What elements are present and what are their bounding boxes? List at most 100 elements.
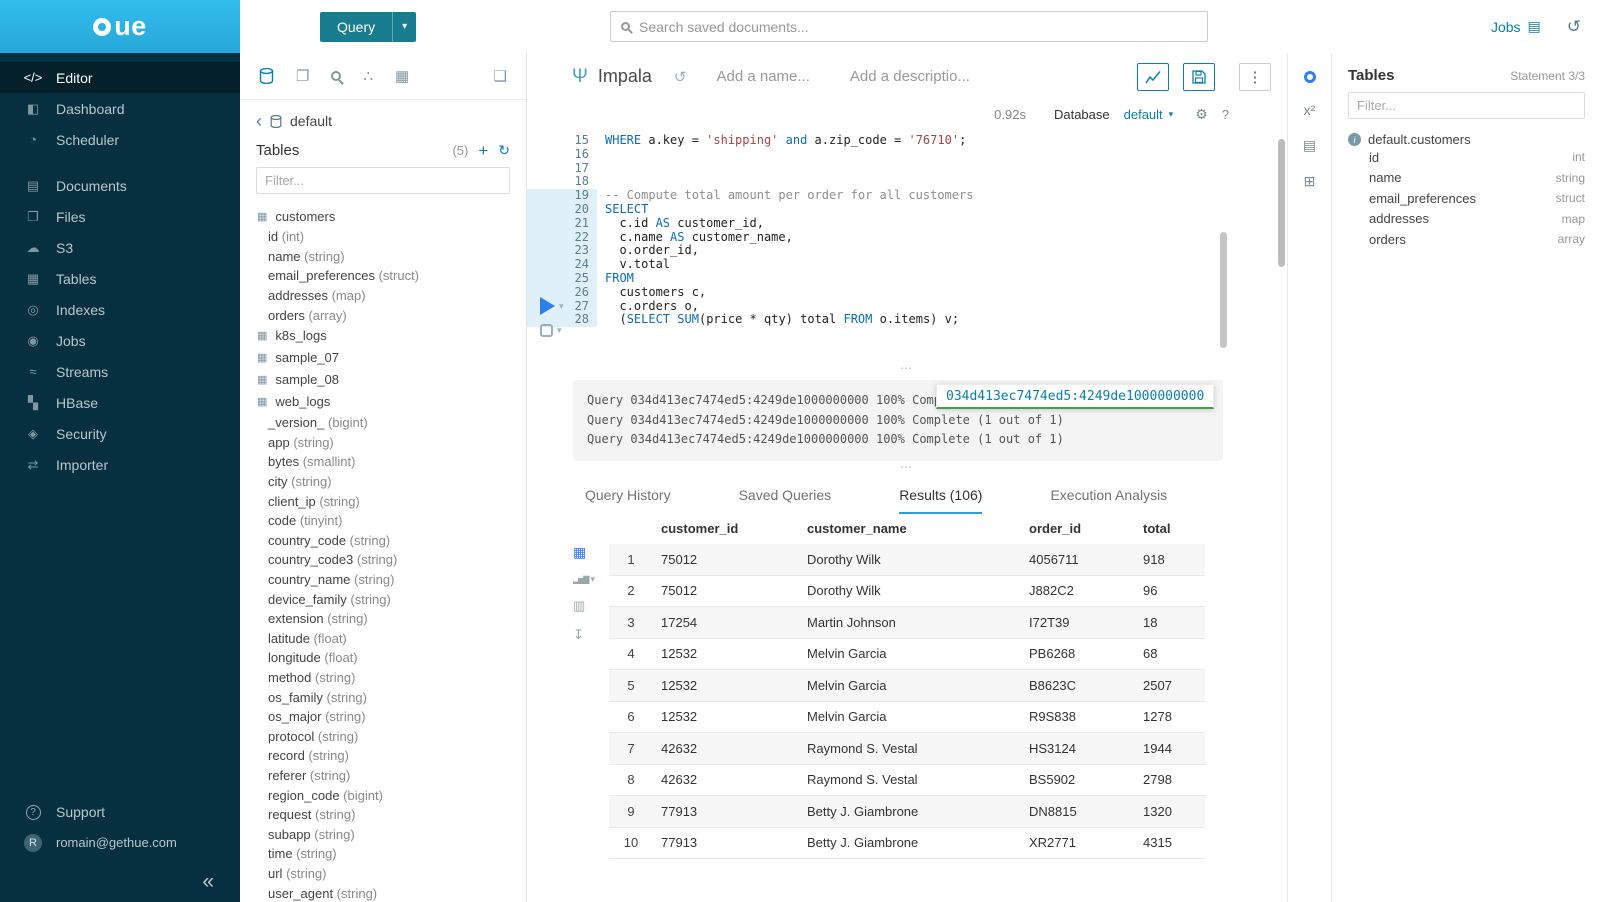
table-row[interactable]: 612532Melvin GarciaR9S8381278 xyxy=(609,701,1205,733)
tree-column-subapp[interactable]: subapp (string) xyxy=(257,824,526,844)
jobs-link[interactable]: Jobs ▤ xyxy=(1491,18,1541,35)
table-row[interactable]: 275012Dorothy WilkJ882C296 xyxy=(609,575,1205,607)
new-query-button[interactable]: Query ▾ xyxy=(320,12,416,42)
add-table-icon[interactable]: + xyxy=(478,144,488,158)
right-filter-input[interactable] xyxy=(1348,92,1585,119)
explain-button[interactable] xyxy=(540,324,553,337)
tree-column-os_family[interactable]: os_family (string) xyxy=(257,687,526,707)
chart-options-caret-icon[interactable]: ▾ xyxy=(590,574,595,585)
sidebar-item-indexes[interactable]: ◎Indexes xyxy=(0,294,240,325)
tree-column-country_name[interactable]: country_name (string) xyxy=(257,570,526,590)
tree-column-city[interactable]: city (string) xyxy=(257,472,526,492)
support-link[interactable]: ? Support xyxy=(0,796,240,827)
bag-icon[interactable]: ❑ xyxy=(494,67,507,85)
tree-column-method[interactable]: method (string) xyxy=(257,668,526,688)
editor-resize-handle[interactable]: ⋯ xyxy=(527,362,1287,374)
history-icon[interactable]: ↺ xyxy=(1567,17,1581,37)
back-icon[interactable]: ‹ xyxy=(256,115,262,127)
tree-column-url[interactable]: url (string) xyxy=(257,864,526,884)
collapse-icon[interactable]: « xyxy=(202,870,214,894)
tab-saved-queries[interactable]: Saved Queries xyxy=(739,487,832,514)
schedule-icon[interactable]: ⊞ xyxy=(1304,173,1316,190)
sidebar-item-importer[interactable]: ⇄Importer xyxy=(0,449,240,480)
query-button-label[interactable]: Query xyxy=(320,12,392,42)
tab-query-history[interactable]: Query History xyxy=(585,487,671,514)
right-column-addresses[interactable]: addressesmap xyxy=(1348,209,1585,230)
collapse-sidebar[interactable]: « xyxy=(0,858,240,894)
chart-view-icon[interactable]: ▂▅▇ xyxy=(573,575,588,584)
tree-column-protocol[interactable]: protocol (string) xyxy=(257,726,526,746)
active-table-name[interactable]: default.customers xyxy=(1368,132,1471,147)
tab-execution-analysis[interactable]: Execution Analysis xyxy=(1050,487,1167,514)
table-row[interactable]: 412532Melvin GarciaPB626868 xyxy=(609,638,1205,670)
columns-view-icon[interactable]: ▥ xyxy=(573,598,585,614)
sidebar-item-dashboard[interactable]: ◧Dashboard xyxy=(0,93,240,124)
sidebar-item-scheduler[interactable]: ◔Scheduler xyxy=(0,124,240,155)
code-editor[interactable]: 15WHERE a.key = 'shipping' and a.zip_cod… xyxy=(527,134,1287,334)
table-row[interactable]: 977913Betty J. GiambroneDN88151320 xyxy=(609,796,1205,828)
table-row[interactable]: 512532Melvin GarciaB8623C2507 xyxy=(609,670,1205,702)
active-table-row[interactable]: i default.customers xyxy=(1348,132,1585,147)
tree-table-customers[interactable]: ▦customers xyxy=(257,205,526,227)
help-icon[interactable]: ? xyxy=(1222,107,1229,122)
global-search[interactable] xyxy=(610,11,1208,42)
tree-column-record[interactable]: record (string) xyxy=(257,746,526,766)
hue-logo[interactable]: ue xyxy=(0,0,240,53)
database-caret-icon[interactable]: ▾ xyxy=(1169,109,1174,120)
table-row[interactable]: 317254Martin JohnsonI72T3918 xyxy=(609,607,1205,639)
tree-column-id[interactable]: id (int) xyxy=(257,227,526,247)
user-menu[interactable]: R romain@gethue.com xyxy=(0,827,240,858)
tree-column-bytes[interactable]: bytes (smallint) xyxy=(257,452,526,472)
tree-column-email_preferences[interactable]: email_preferences (struct) xyxy=(257,266,526,286)
tree-column-region_code[interactable]: region_code (bigint) xyxy=(257,785,526,805)
tree-column-addresses[interactable]: addresses (map) xyxy=(257,286,526,306)
tree-column-device_family[interactable]: device_family (string) xyxy=(257,589,526,609)
tree-column-name[interactable]: name (string) xyxy=(257,247,526,267)
table-row[interactable]: 175012Dorothy Wilk4056711918 xyxy=(609,544,1205,576)
sidebar-item-jobs[interactable]: ◉Jobs xyxy=(0,325,240,356)
sidebar-item-security[interactable]: ◈Security xyxy=(0,418,240,449)
language-reference-icon[interactable]: ▤ xyxy=(1303,137,1316,154)
table-row[interactable]: 1077913Betty J. GiambroneXR27714315 xyxy=(609,827,1205,859)
tree-table-sample_07[interactable]: ▦sample_07 xyxy=(257,347,526,369)
table-row[interactable]: 842632Raymond S. VestalBS59022798 xyxy=(609,764,1205,796)
editor-scrollbar[interactable] xyxy=(1220,232,1227,348)
search-input[interactable] xyxy=(639,19,1197,35)
tree-column-user_agent[interactable]: user_agent (string) xyxy=(257,883,526,902)
query-name-field[interactable]: Add a name... xyxy=(716,68,809,85)
sidebar-item-hbase[interactable]: ▚HBase xyxy=(0,387,240,418)
sidebar-item-s3[interactable]: ☁S3 xyxy=(0,232,240,263)
right-column-orders[interactable]: ordersarray xyxy=(1348,229,1585,250)
more-actions-button[interactable]: ⋮ xyxy=(1239,63,1271,91)
right-column-email_preferences[interactable]: email_preferencesstruct xyxy=(1348,188,1585,209)
grid-view-icon[interactable]: ▦ xyxy=(573,544,586,561)
sitemap-icon[interactable]: ∴ xyxy=(363,67,373,85)
execute-options-caret-icon[interactable]: ▾ xyxy=(559,301,564,312)
tree-column-referer[interactable]: referer (string) xyxy=(257,766,526,786)
tab-results-106-[interactable]: Results (106) xyxy=(899,487,982,514)
tree-column-orders[interactable]: orders (array) xyxy=(257,305,526,325)
database-selector[interactable]: default xyxy=(1124,107,1163,122)
databases-icon[interactable] xyxy=(259,68,274,84)
sidebar-item-editor[interactable]: </>Editor xyxy=(0,62,240,93)
tree-column-latitude[interactable]: latitude (float) xyxy=(257,629,526,649)
tree-column-longitude[interactable]: longitude (float) xyxy=(257,648,526,668)
save-button[interactable] xyxy=(1183,63,1215,91)
right-column-name[interactable]: namestring xyxy=(1348,168,1585,189)
functions-icon[interactable]: x² xyxy=(1304,102,1316,118)
explain-options-caret-icon[interactable]: ▾ xyxy=(557,325,562,336)
tree-column-app[interactable]: app (string) xyxy=(257,433,526,453)
assist-search-icon[interactable] xyxy=(331,71,341,81)
tree-column-os_major[interactable]: os_major (string) xyxy=(257,707,526,727)
sidebar-item-files[interactable]: ❐Files xyxy=(0,201,240,232)
database-name[interactable]: default xyxy=(290,113,332,129)
tree-column-request[interactable]: request (string) xyxy=(257,805,526,825)
tree-column-country_code[interactable]: country_code (string) xyxy=(257,531,526,551)
main-scrollbar[interactable] xyxy=(1278,139,1285,267)
tree-column-_version_[interactable]: _version_ (bigint) xyxy=(257,413,526,433)
chart-button[interactable] xyxy=(1137,63,1169,91)
tree-table-k8s_logs[interactable]: ▦k8s_logs xyxy=(257,325,526,347)
refresh-icon[interactable]: ↻ xyxy=(498,142,510,159)
sidebar-item-documents[interactable]: ▤Documents xyxy=(0,170,240,201)
table-row[interactable]: 742632Raymond S. VestalHS31241944 xyxy=(609,733,1205,765)
